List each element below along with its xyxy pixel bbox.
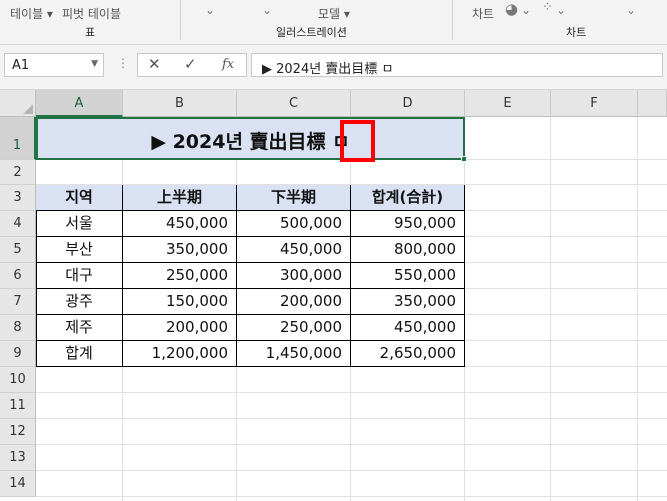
- formula-buttons: ✕ ✓ fx: [137, 53, 247, 77]
- row-header-10[interactable]: 10: [0, 367, 36, 393]
- table-cell-region[interactable]: 제주: [36, 315, 123, 341]
- table-cell-region[interactable]: 부산: [36, 237, 123, 263]
- table-cell-value[interactable]: 350,000: [351, 289, 465, 315]
- table-cell-value[interactable]: 500,000: [237, 211, 351, 237]
- name-box[interactable]: A1 ▼: [4, 53, 104, 77]
- row-header-6[interactable]: 6: [0, 263, 36, 289]
- title-text: ▶ 2024년 賣出目標 ㅁ: [151, 131, 350, 153]
- column-header-f[interactable]: F: [551, 90, 638, 117]
- table-button[interactable]: 테이블 ▾: [10, 5, 53, 22]
- header-cell-total[interactable]: 합계(合計): [351, 185, 465, 211]
- scatter-chart-icon[interactable]: ⁘: [542, 0, 553, 15]
- gridline: [36, 392, 667, 393]
- select-all-triangle: [23, 104, 33, 114]
- table-cell-value[interactable]: 450,000: [351, 315, 465, 341]
- table-cell-total[interactable]: 1,200,000: [123, 341, 237, 367]
- table-cell-value[interactable]: 450,000: [123, 211, 237, 237]
- column-header-c[interactable]: C: [237, 90, 351, 117]
- row-header-14[interactable]: 14: [0, 471, 36, 497]
- model-button[interactable]: 모델 ▾: [318, 5, 350, 22]
- cancel-icon[interactable]: ✕: [148, 55, 161, 73]
- row-header-11[interactable]: 11: [0, 393, 36, 419]
- formula-input-value: ▶ 2024년 賣出目標 ㅁ: [262, 62, 394, 77]
- row-header-9[interactable]: 9: [0, 341, 36, 367]
- table-cell-value[interactable]: 300,000: [237, 263, 351, 289]
- chevron-down-icon[interactable]: ▼: [91, 59, 98, 69]
- formula-bar: A1 ▼ ⋮ ✕ ✓ fx ▶ 2024년 賣出目標 ㅁ: [0, 45, 667, 90]
- table-cell-total-label[interactable]: 합계: [36, 341, 123, 367]
- gridline: [36, 470, 667, 471]
- name-box-value: A1: [12, 58, 30, 73]
- ribbon: 테이블 ▾ 피벗 테이블 표 ⌄ ⌄ 모델 ▾ 일러스트레이션 차트 ◕ ⌄ ⁘…: [0, 0, 667, 45]
- chevron-down-icon[interactable]: ⌄: [626, 3, 636, 17]
- table-cell-value[interactable]: 550,000: [351, 263, 465, 289]
- table-cell-region[interactable]: 광주: [36, 289, 123, 315]
- table-cell-value[interactable]: 950,000: [351, 211, 465, 237]
- column-header-e[interactable]: E: [465, 90, 551, 117]
- gridline: [465, 159, 667, 160]
- table-cell-value[interactable]: 350,000: [123, 237, 237, 263]
- column-header-d[interactable]: D: [351, 90, 465, 117]
- row-header-8[interactable]: 8: [0, 315, 36, 341]
- row-header-3[interactable]: 3: [0, 185, 36, 211]
- fill-handle[interactable]: [461, 156, 467, 162]
- chevron-down-icon[interactable]: ⌄: [262, 3, 272, 17]
- gridline: [465, 262, 667, 263]
- table-cell-total[interactable]: 2,650,000: [351, 341, 465, 367]
- table-cell-region[interactable]: 대구: [36, 263, 123, 289]
- insert-function-icon[interactable]: fx: [222, 57, 234, 72]
- more-icon[interactable]: ⋮: [117, 56, 129, 70]
- chevron-down-icon[interactable]: ⌄: [521, 3, 531, 17]
- table-cell-value[interactable]: 200,000: [123, 315, 237, 341]
- table-cell-value[interactable]: 150,000: [123, 289, 237, 315]
- ribbon-separator: [180, 0, 181, 40]
- column-header-a[interactable]: A: [36, 90, 123, 117]
- table-cell-value[interactable]: 200,000: [237, 289, 351, 315]
- chevron-down-icon[interactable]: ⌄: [205, 3, 215, 17]
- header-cell-region[interactable]: 지역: [36, 185, 123, 211]
- gridline: [465, 210, 667, 211]
- header-cell-first-half[interactable]: 上半期: [123, 185, 237, 211]
- pie-chart-icon[interactable]: ◕: [505, 0, 518, 18]
- row-header-5[interactable]: 5: [0, 237, 36, 263]
- gridline: [465, 314, 667, 315]
- gridline: [465, 340, 667, 341]
- select-all-button[interactable]: [0, 90, 36, 117]
- row-header-4[interactable]: 4: [0, 211, 36, 237]
- highlight-box: [340, 120, 375, 162]
- row-header-2[interactable]: 2: [0, 160, 36, 185]
- gridline: [465, 236, 667, 237]
- group-illustration-label: 일러스트레이션: [276, 26, 347, 39]
- gridline: [36, 444, 667, 445]
- row-header-13[interactable]: 13: [0, 445, 36, 471]
- row-header-7[interactable]: 7: [0, 289, 36, 315]
- row-header-1[interactable]: 1: [0, 117, 36, 160]
- gridline: [465, 288, 667, 289]
- table-cell-region[interactable]: 서울: [36, 211, 123, 237]
- title-cell[interactable]: ▶ 2024년 賣出目標 ㅁ: [36, 117, 465, 160]
- group-table-label: 표: [85, 26, 96, 39]
- table-cell-value[interactable]: 250,000: [123, 263, 237, 289]
- group-chart-label: 차트: [566, 26, 587, 39]
- formula-input[interactable]: ▶ 2024년 賣出目標 ㅁ: [251, 53, 663, 77]
- chevron-down-icon[interactable]: ⌄: [556, 3, 566, 17]
- enter-icon[interactable]: ✓: [184, 55, 197, 73]
- gridline: [465, 366, 667, 367]
- table-cell-total[interactable]: 1,450,000: [237, 341, 351, 367]
- table-cell-value[interactable]: 450,000: [237, 237, 351, 263]
- column-header-b[interactable]: B: [123, 90, 237, 117]
- table-cell-value[interactable]: 250,000: [237, 315, 351, 341]
- pivot-table-button[interactable]: 피벗 테이블: [62, 5, 121, 22]
- gridline: [36, 496, 667, 497]
- chart-button[interactable]: 차트: [472, 5, 494, 22]
- ribbon-separator: [452, 0, 453, 40]
- column-header-g[interactable]: [638, 90, 667, 117]
- table-cell-value[interactable]: 800,000: [351, 237, 465, 263]
- header-cell-second-half[interactable]: 下半期: [237, 185, 351, 211]
- row-header-12[interactable]: 12: [0, 419, 36, 445]
- gridline: [36, 418, 667, 419]
